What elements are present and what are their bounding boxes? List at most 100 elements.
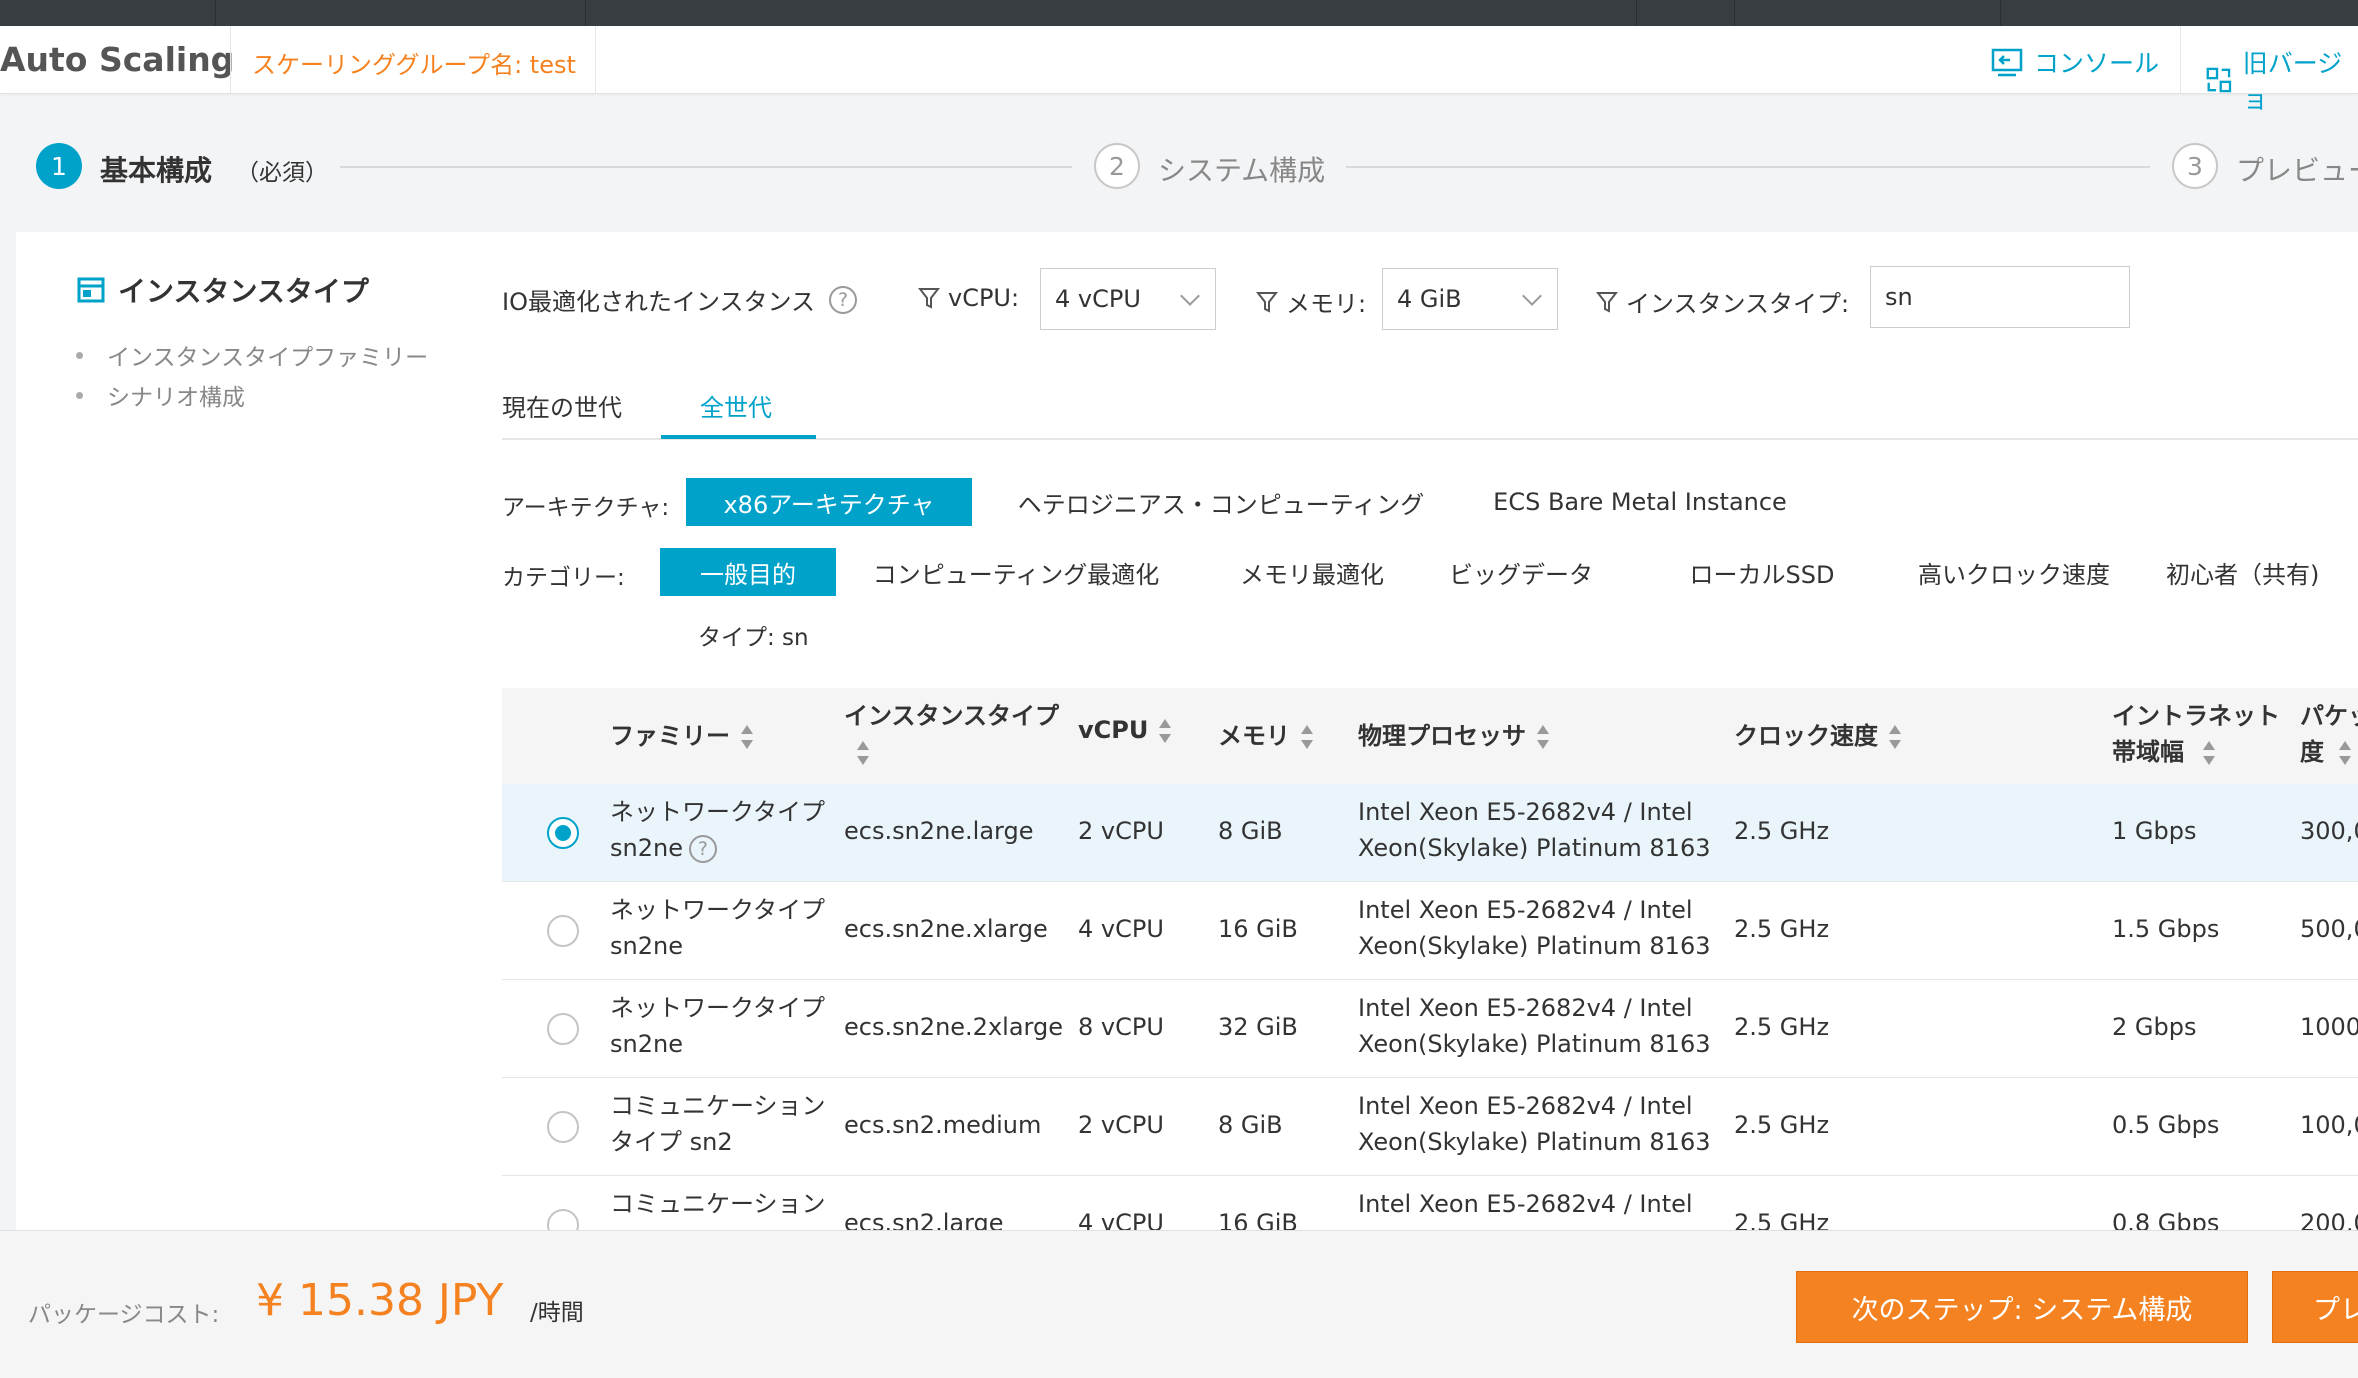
- cell-vcpu: 2 vCPU: [1078, 817, 1164, 845]
- table-row[interactable]: ネットワークタイプ sn2ne ecs.sn2ne.2xlarge 8 vCPU …: [502, 980, 2358, 1078]
- table-row[interactable]: コミュニケーション ecs.sn2.large 4 vCPU 16 GiB In…: [502, 1176, 2358, 1232]
- sort-icon[interactable]: [1300, 724, 1314, 750]
- old-version-link[interactable]: 旧バージョ: [2205, 44, 2358, 116]
- tab-all-generations[interactable]: 全世代: [700, 388, 772, 423]
- column-intranet-bandwidth[interactable]: イントラネット 帯域幅: [2112, 698, 2280, 770]
- family-code: sn2ne: [610, 932, 683, 960]
- header-divider: [2180, 26, 2181, 94]
- filter-icon: [1596, 291, 1618, 313]
- column-clock-label: クロック速度: [1734, 722, 1878, 750]
- memory-filter-label: メモリ:: [1256, 284, 1366, 319]
- category-option-high-clock[interactable]: 高いクロック速度: [1904, 548, 2124, 596]
- vcpu-value: 4 vCPU: [1055, 285, 1141, 313]
- vcpu-select[interactable]: 4 vCPU: [1040, 268, 1216, 330]
- column-bandwidth-label: 帯域幅: [2112, 738, 2184, 766]
- vcpu-label: vCPU:: [948, 284, 1020, 312]
- category-option-general[interactable]: 一般目的: [660, 548, 836, 596]
- instance-type-value: sn: [1885, 283, 1913, 311]
- memory-select[interactable]: 4 GiB: [1382, 268, 1558, 330]
- chevron-down-icon: [1180, 286, 1200, 306]
- row-radio[interactable]: [547, 1111, 579, 1143]
- sidebar-item-family[interactable]: インスタンスタイプファミリー: [76, 338, 428, 372]
- switch-version-icon: [2206, 67, 2232, 93]
- cell-instance-type: ecs.sn2.medium: [844, 1111, 1042, 1139]
- footer-bar: パッケージコスト: ¥ 15.38 JPY /時間 次のステップ: システム構成…: [0, 1230, 2358, 1378]
- processor-line-2: Xeon(Skylake) Platinum 8163: [1358, 1128, 1711, 1156]
- row-radio[interactable]: [547, 915, 579, 947]
- family-name: コミュニケーション: [610, 1092, 826, 1120]
- sort-icon[interactable]: [740, 724, 754, 750]
- top-nav-divider: [1734, 0, 1735, 26]
- architecture-option-x86[interactable]: x86アーキテクチャ: [686, 478, 972, 526]
- sort-icon[interactable]: [2202, 740, 2216, 766]
- family-name: ネットワークタイプ: [610, 896, 826, 924]
- top-nav-divider: [215, 0, 216, 26]
- top-nav-divider: [1636, 0, 1637, 26]
- cell-processor: Intel Xeon E5-2682v4 / Intel Xeon(Skylake…: [1358, 1088, 1710, 1160]
- instance-type-input[interactable]: sn: [1870, 266, 2130, 328]
- sort-icon[interactable]: [2338, 740, 2352, 766]
- column-family[interactable]: ファミリー: [610, 716, 754, 751]
- processor-line-1: Intel Xeon E5-2682v4 / Intel: [1358, 1190, 1693, 1218]
- architecture-option-heterogeneous[interactable]: ヘテロジニアス・コンピューティング: [1006, 478, 1436, 526]
- category-option-local-ssd[interactable]: ローカルSSD: [1682, 548, 1842, 596]
- row-radio[interactable]: [547, 817, 579, 849]
- category-option-compute[interactable]: コンピューティング最適化: [866, 548, 1166, 596]
- column-clock[interactable]: クロック速度: [1734, 716, 1902, 751]
- top-nav-bar: [0, 0, 2358, 26]
- table-row[interactable]: コミュニケーション タイプ sn2 ecs.sn2.medium 2 vCPU 8…: [502, 1078, 2358, 1176]
- sidebar-item-scenario[interactable]: シナリオ構成: [76, 378, 245, 412]
- column-processor[interactable]: 物理プロセッサ: [1358, 716, 1550, 751]
- help-icon[interactable]: ?: [829, 285, 858, 314]
- column-vcpu[interactable]: vCPU: [1078, 716, 1172, 744]
- console-icon: [1991, 48, 2023, 77]
- filter-icon: [1256, 291, 1278, 313]
- column-packet-label: パケッ: [2300, 702, 2358, 730]
- cell-memory: 32 GiB: [1218, 1013, 1298, 1041]
- category-option-shared[interactable]: 初心者（共有): [2166, 548, 2358, 596]
- cell-memory: 16 GiB: [1218, 915, 1298, 943]
- next-step-button[interactable]: 次のステップ: システム構成: [1796, 1271, 2248, 1343]
- column-instance-type-label: インスタンスタイプ: [844, 702, 1060, 730]
- memory-label: メモリ:: [1286, 290, 1367, 318]
- cell-clock: 2.5 GHz: [1734, 915, 1830, 943]
- cell-vcpu: 4 vCPU: [1078, 1209, 1164, 1232]
- section-title-text: インスタンスタイプ: [118, 275, 369, 308]
- row-radio[interactable]: [547, 1209, 579, 1232]
- cell-memory: 16 GiB: [1218, 1209, 1298, 1232]
- preview-button[interactable]: プレ: [2272, 1271, 2358, 1343]
- cell-vcpu: 4 vCPU: [1078, 915, 1164, 943]
- table-row[interactable]: ネットワークタイプ sn2ne? ecs.sn2ne.large 2 vCPU 8…: [502, 784, 2358, 882]
- family-code: タイプ sn2: [610, 1128, 733, 1156]
- cell-family: コミュニケーション タイプ sn2: [610, 1088, 826, 1160]
- cell-family: コミュニケーション: [610, 1186, 826, 1222]
- cell-pps: 200,00: [2300, 1209, 2358, 1232]
- cell-bandwidth: 1 Gbps: [2112, 817, 2197, 845]
- help-icon[interactable]: ?: [688, 835, 717, 863]
- column-instance-type[interactable]: インスタンスタイプ: [844, 698, 1059, 770]
- console-link[interactable]: コンソール: [1990, 44, 2159, 80]
- cell-vcpu: 8 vCPU: [1078, 1013, 1164, 1041]
- cell-pps: 300,00: [2300, 817, 2358, 845]
- tab-current-generation[interactable]: 現在の世代: [502, 388, 622, 423]
- sort-icon[interactable]: [1536, 724, 1550, 750]
- column-memory[interactable]: メモリ: [1218, 716, 1314, 751]
- sort-icon[interactable]: [1158, 718, 1172, 744]
- column-packet-rate[interactable]: パケッ度: [2300, 698, 2358, 770]
- sort-icon[interactable]: [856, 740, 870, 766]
- architecture-option-bare-metal[interactable]: ECS Bare Metal Instance: [1490, 478, 1790, 526]
- bullet-icon: [76, 391, 83, 399]
- cell-pps: 100,00: [2300, 1111, 2358, 1139]
- row-radio[interactable]: [547, 1013, 579, 1045]
- table-row[interactable]: ネットワークタイプ sn2ne ecs.sn2ne.xlarge 4 vCPU 1…: [502, 882, 2358, 980]
- category-option-memory[interactable]: メモリ最適化: [1232, 548, 1392, 596]
- processor-line-2: Xeon(Skylake) Platinum 8163: [1358, 932, 1711, 960]
- cell-processor: Intel Xeon E5-2682v4 / Intel: [1358, 1186, 1693, 1222]
- processor-line-1: Intel Xeon E5-2682v4 / Intel: [1358, 1092, 1693, 1120]
- step-3-number: 3: [2172, 143, 2218, 189]
- instance-type-label: インスタンスタイプ:: [1626, 290, 1850, 318]
- sort-icon[interactable]: [1888, 724, 1902, 750]
- console-label: コンソール: [2034, 49, 2160, 78]
- category-option-bigdata[interactable]: ビッグデータ: [1446, 548, 1596, 596]
- bullet-icon: [76, 351, 83, 359]
